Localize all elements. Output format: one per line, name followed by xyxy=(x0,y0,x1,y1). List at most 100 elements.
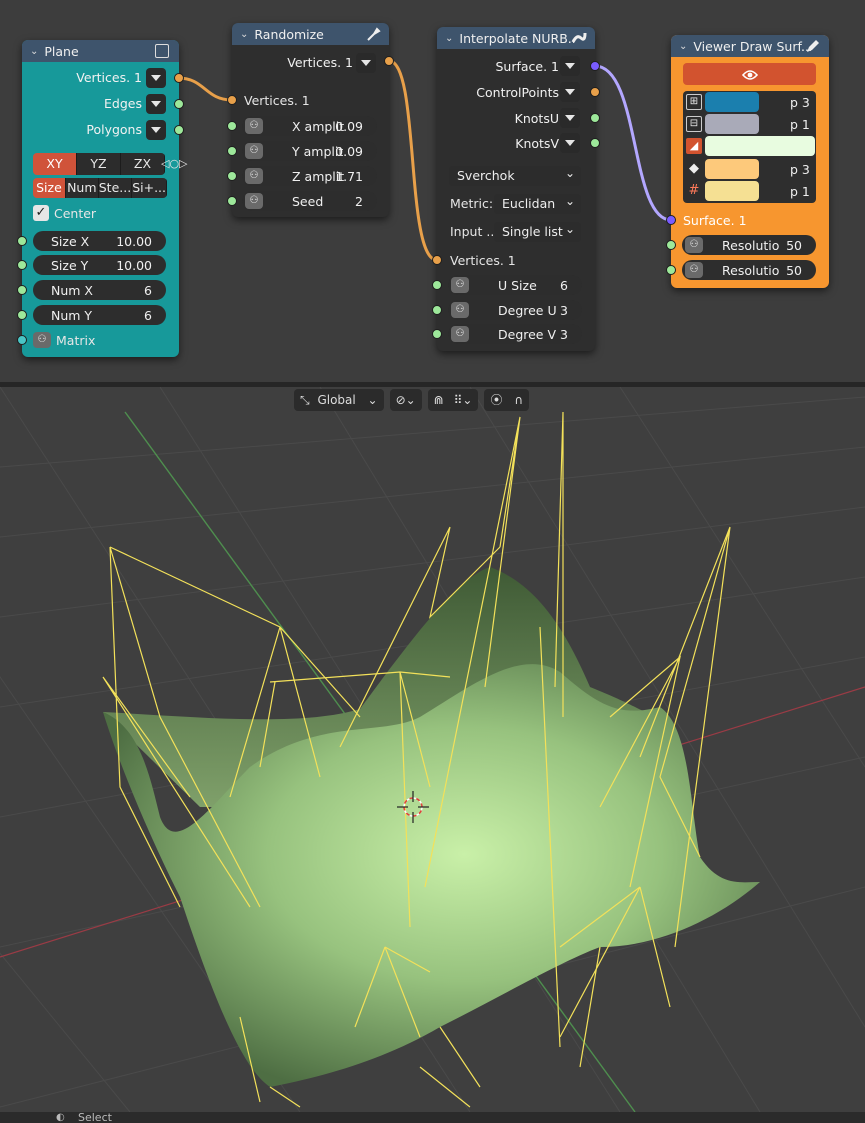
plane-num-x-input-socket[interactable] xyxy=(17,285,27,295)
control-points-icon[interactable]: ◆ xyxy=(686,161,702,177)
viewer-resolution-u-input-socket[interactable] xyxy=(666,240,676,250)
plane-size-y-input-socket[interactable] xyxy=(17,260,27,270)
num-y-field[interactable]: Num Y 6 xyxy=(33,305,166,325)
resolution-v-field[interactable]: ⚇ Resolutio 50 xyxy=(682,260,816,280)
plug-icon[interactable]: ⚇ xyxy=(685,237,703,253)
transform-orientation-dropdown[interactable]: ⤡ Global ⌄ xyxy=(294,389,384,411)
metric-select[interactable]: Euclidan xyxy=(494,191,581,214)
plug-icon[interactable]: ⚇ xyxy=(451,277,469,293)
randomize-vertices-input-socket[interactable] xyxy=(227,95,237,105)
checkbox-icon[interactable] xyxy=(155,44,169,58)
randomize-x-input-socket[interactable] xyxy=(227,121,237,131)
dimension-mode-selector[interactable]: Size Num Ste... Si+... xyxy=(33,178,167,198)
vertex-color-swatch[interactable] xyxy=(705,92,759,112)
polygons-dropdown-button[interactable] xyxy=(146,120,166,140)
edge-width-value[interactable]: p 1 xyxy=(790,117,810,132)
randomize-y-input-socket[interactable] xyxy=(227,146,237,156)
size-y-field[interactable]: Size Y 10.00 xyxy=(33,255,166,275)
plane-mode-selector[interactable]: XY YZ ZX xyxy=(33,153,165,175)
plane-polygons-output-socket[interactable] xyxy=(174,125,184,135)
plug-icon[interactable]: ⚇ xyxy=(245,118,263,134)
dim-mode-num[interactable]: Num xyxy=(65,178,99,198)
show-toggle-button[interactable] xyxy=(683,63,816,85)
randomize-seed-input-socket[interactable] xyxy=(227,196,237,206)
pivot-point-dropdown[interactable]: ⊘⌄ xyxy=(389,389,422,411)
dim-mode-size-plus[interactable]: Si+... xyxy=(132,178,167,198)
collapse-chevron-icon[interactable]: ⌄ xyxy=(679,41,687,52)
plug-icon[interactable]: ⚇ xyxy=(451,326,469,342)
vertices-icon[interactable]: ⊞ xyxy=(686,94,702,110)
plug-icon[interactable]: ⚇ xyxy=(245,168,263,184)
control-grid-width-value[interactable]: p 1 xyxy=(790,184,810,199)
interpolate-surface-output-socket[interactable] xyxy=(590,61,600,71)
knotsv-dropdown-button[interactable] xyxy=(560,133,580,153)
collapse-chevron-icon[interactable]: ⌄ xyxy=(30,46,38,57)
node-interpolate-header[interactable]: ⌄ Interpolate NURB... xyxy=(437,27,595,49)
interpolate-knotsv-output-socket[interactable] xyxy=(590,138,600,148)
control-grid-icon[interactable]: # xyxy=(686,183,702,199)
faces-icon[interactable]: ◢ xyxy=(686,138,702,154)
randomize-vertices-output-socket[interactable] xyxy=(384,56,394,66)
plug-icon[interactable]: ⚇ xyxy=(245,143,263,159)
mode-yz[interactable]: YZ xyxy=(77,153,121,175)
node-randomize-header[interactable]: ⌄ Randomize xyxy=(232,23,389,45)
node-viewer-header[interactable]: ⌄ Viewer Draw Surf... xyxy=(671,35,829,57)
vertices-dropdown-button[interactable] xyxy=(356,53,376,73)
plug-icon[interactable]: ⚇ xyxy=(685,262,703,278)
degree-v-field[interactable]: ⚇ Degree V 3 xyxy=(448,324,582,344)
plane-size-x-input-socket[interactable] xyxy=(17,236,27,246)
plug-icon[interactable]: ⚇ xyxy=(451,302,469,318)
plane-matrix-input-socket[interactable] xyxy=(17,335,27,345)
interpolate-degreeu-input-socket[interactable] xyxy=(432,305,442,315)
plane-edges-output-socket[interactable] xyxy=(174,99,184,109)
node-interpolate-nurbs[interactable]: ⌄ Interpolate NURB... Surface. 1 Control… xyxy=(437,27,595,351)
vertices-dropdown-button[interactable] xyxy=(146,68,166,88)
plane-num-y-input-socket[interactable] xyxy=(17,310,27,320)
controlpoints-dropdown-button[interactable] xyxy=(560,82,580,102)
input-mode-select[interactable]: Single list xyxy=(494,219,581,242)
plug-icon[interactable]: ⚇ xyxy=(245,193,263,209)
degree-u-field[interactable]: ⚇ Degree U 3 xyxy=(448,300,582,320)
implementation-select[interactable]: Sverchok xyxy=(449,163,581,186)
control-points-color-swatch[interactable] xyxy=(705,159,759,179)
randomize-z-input-socket[interactable] xyxy=(227,171,237,181)
interpolate-degreev-input-socket[interactable] xyxy=(432,329,442,339)
u-size-field[interactable]: ⚇ U Size 6 xyxy=(448,275,582,295)
edges-icon[interactable]: ⊟ xyxy=(686,116,702,132)
viewer-surface-input-socket[interactable] xyxy=(666,215,676,225)
snapping-controls[interactable]: ⋒ ⠿⌄ xyxy=(427,389,479,411)
mode-zx[interactable]: ZX xyxy=(121,153,165,175)
edge-color-swatch[interactable] xyxy=(705,114,759,134)
proportional-editing-controls[interactable]: ⦿ ∩ xyxy=(484,389,530,411)
viewer-resolution-v-input-socket[interactable] xyxy=(666,265,676,275)
plug-icon[interactable]: ⚇ xyxy=(33,332,51,348)
node-plane[interactable]: ⌄ Plane Vertices. 1 Edges Polygons XY YZ… xyxy=(22,40,188,357)
interpolate-controlpoints-output-socket[interactable] xyxy=(590,87,600,97)
vertex-size-value[interactable]: p 3 xyxy=(790,95,810,110)
dim-mode-size[interactable]: Size xyxy=(33,178,66,198)
3d-viewport[interactable]: ⤡ Global ⌄ ⊘⌄ ⋒ ⠿⌄ ⦿ ∩ xyxy=(0,387,865,1112)
collapse-chevron-icon[interactable]: ⌄ xyxy=(445,33,453,44)
size-x-field[interactable]: Size X 10.00 xyxy=(33,231,166,251)
node-randomize[interactable]: ⌄ Randomize Vertices. 1 Vertices. 1 ⚇ X … xyxy=(232,23,389,217)
node-viewer-draw-surface[interactable]: ⌄ Viewer Draw Surf... ⊞ p 3 ⊟ p 1 ◢ ◆ p … xyxy=(671,35,829,288)
y-amplitude-field[interactable]: ⚇ Y amplit 0.09 xyxy=(242,141,377,161)
z-amplitude-field[interactable]: ⚇ Z amplit 1.71 xyxy=(242,166,377,186)
surface-dropdown-button[interactable] xyxy=(560,56,580,76)
seed-field[interactable]: ⚇ Seed 2 xyxy=(242,191,377,211)
interpolate-vertices-input-socket[interactable] xyxy=(432,255,442,265)
face-color-swatch[interactable] xyxy=(705,136,815,156)
node-editor[interactable]: ⌄ Plane Vertices. 1 Edges Polygons XY YZ… xyxy=(0,0,865,382)
dim-mode-step[interactable]: Ste... xyxy=(98,178,133,198)
control-points-size-value[interactable]: p 3 xyxy=(790,162,810,177)
mode-xy[interactable]: XY xyxy=(33,153,77,175)
edges-dropdown-button[interactable] xyxy=(146,94,166,114)
interpolate-usize-input-socket[interactable] xyxy=(432,280,442,290)
plane-vertices-output-socket[interactable] xyxy=(174,73,184,83)
num-x-field[interactable]: Num X 6 xyxy=(33,280,166,300)
interpolate-knotsu-output-socket[interactable] xyxy=(590,113,600,123)
knotsu-dropdown-button[interactable] xyxy=(560,108,580,128)
x-amplitude-field[interactable]: ⚇ X amplit 0.09 xyxy=(242,116,377,136)
resolution-u-field[interactable]: ⚇ Resolutio 50 xyxy=(682,235,816,255)
expand-arrows-icon[interactable]: ◁○▷ xyxy=(161,157,188,170)
